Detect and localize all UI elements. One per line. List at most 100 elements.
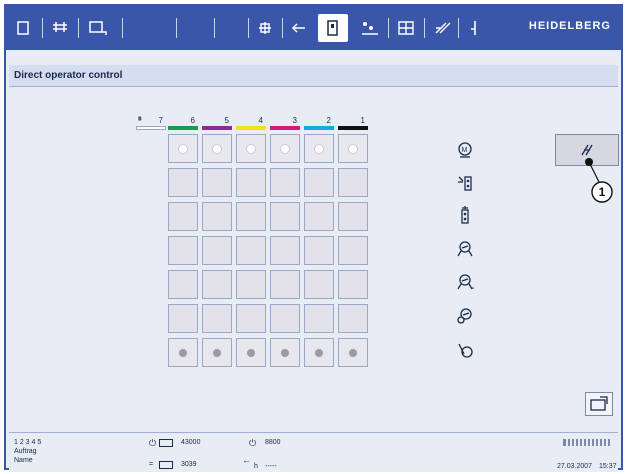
h-label: h (254, 463, 258, 470)
cylinder-wash-icon[interactable] (456, 342, 474, 360)
equals-icon: = (149, 461, 154, 468)
ink-roller-off-icon[interactable] (456, 206, 474, 224)
grid-cell-r4-u6[interactable] (168, 236, 198, 265)
unit-color-bar (236, 126, 266, 130)
job-sequence: 1 2 3 4 5 (14, 439, 42, 446)
status-indicator-off (315, 349, 323, 357)
tab-register-adjust[interactable] (254, 14, 276, 42)
tab-register[interactable] (48, 14, 72, 42)
grid-cell-r7-u2[interactable] (304, 338, 334, 367)
grid-cell-r2-u4[interactable] (236, 168, 266, 197)
grid-cell-r1-u3[interactable] (270, 134, 300, 163)
name-label: Name (14, 457, 33, 464)
grid-cell-r6-u5[interactable] (202, 304, 232, 333)
callout-number: 1 (599, 185, 606, 199)
unit-number: 2 (326, 116, 331, 125)
grid-cell-r4-u3[interactable] (270, 236, 300, 265)
grid-cell-r2-u6[interactable] (168, 168, 198, 197)
grid-cell-r1-u4[interactable] (236, 134, 266, 163)
screen-switch-button[interactable] (585, 392, 613, 416)
grid-cell-r6-u1[interactable] (338, 304, 368, 333)
sheet-icon (17, 21, 29, 35)
grid-cell-r1-u5[interactable] (202, 134, 232, 163)
coater-icon: ⩩ (138, 116, 142, 123)
grid-cell-r6-u3[interactable] (270, 304, 300, 333)
status-indicator-on (280, 144, 290, 154)
grid-cell-r3-u3[interactable] (270, 202, 300, 231)
unit-color-bar (270, 126, 300, 130)
grid-cell-r4-u4[interactable] (236, 236, 266, 265)
grid-cell-r2-u5[interactable] (202, 168, 232, 197)
grid-cell-r7-u1[interactable] (338, 338, 368, 367)
tab-delivery[interactable] (464, 14, 484, 42)
grid-cell-r1-u6[interactable] (168, 134, 198, 163)
grid-cell-r5-u1[interactable] (338, 270, 368, 299)
grid-cell-r4-u1[interactable] (338, 236, 368, 265)
blanket-wash-icon[interactable] (456, 307, 474, 325)
tab-overview[interactable] (12, 14, 34, 42)
tab-feeder[interactable] (288, 14, 310, 42)
tab-powder[interactable] (430, 14, 454, 42)
grid-cell-r2-u3[interactable] (270, 168, 300, 197)
unit-number: 7 (158, 116, 163, 125)
grid-cell-r7-u3[interactable] (270, 338, 300, 367)
tab-dampening[interactable] (356, 14, 384, 42)
unit-color-bar (136, 126, 166, 130)
grid-cell-r5-u5[interactable] (202, 270, 232, 299)
status-indicator-off (247, 349, 255, 357)
unit-header-4: 4 (236, 116, 266, 130)
unit-number: 6 (190, 116, 195, 125)
delivery-icon (471, 21, 476, 35)
grid-cell-r2-u2[interactable] (304, 168, 334, 197)
grid-cell-r5-u3[interactable] (270, 270, 300, 299)
grid-cell-r7-u6[interactable] (168, 338, 198, 367)
counter-value-2: 8800 (265, 439, 281, 446)
grid-cell-r3-u1[interactable] (338, 202, 368, 231)
status-indicator-on (246, 144, 256, 154)
grid-cell-r5-u2[interactable] (304, 270, 334, 299)
fountain-icon (89, 21, 107, 35)
tab-washup[interactable] (394, 14, 418, 42)
grid-cell-r3-u2[interactable] (304, 202, 334, 231)
page-title-bar: Direct operator control (9, 65, 618, 87)
ink-roller-on-icon[interactable] (456, 174, 474, 192)
unit-color-bar (304, 126, 334, 130)
grid-cell-r6-u6[interactable] (168, 304, 198, 333)
grid-cell-r7-u5[interactable] (202, 338, 232, 367)
status-footer: 1 2 3 4 5 Auftrag Name ⏻ 43000 ⏻ 8800 = … (9, 432, 618, 472)
register-icon (53, 22, 67, 32)
page-title: Direct operator control (14, 70, 123, 81)
grid-cell-r5-u6[interactable] (168, 270, 198, 299)
counter-value-1: 43000 (181, 439, 201, 446)
dampening-roller-icon[interactable] (456, 240, 474, 258)
unit-header-7: 7 ⩩ (136, 116, 166, 130)
status-indicator-off (281, 349, 289, 357)
tab-ink-fountain[interactable] (84, 14, 112, 42)
unit-header-2: 2 (304, 116, 334, 130)
grid-cell-r5-u4[interactable] (236, 270, 266, 299)
washup-icon (398, 21, 414, 35)
grid-cell-r4-u5[interactable] (202, 236, 232, 265)
grid-cell-r6-u4[interactable] (236, 304, 266, 333)
unit-header-1: 1 (338, 116, 368, 130)
motor-icon[interactable]: M (456, 141, 474, 159)
h-value: ----- (265, 463, 277, 470)
tab-direct-operator[interactable] (318, 14, 348, 42)
unit-color-bar (202, 126, 232, 130)
grid-cell-r1-u1[interactable] (338, 134, 368, 163)
grid-cell-r2-u1[interactable] (338, 168, 368, 197)
arrow-left-icon: ← (242, 455, 251, 465)
top-toolbar: HEIDELBERG (6, 6, 621, 50)
status-indicator-on (348, 144, 358, 154)
grid-cell-r3-u5[interactable] (202, 202, 232, 231)
time-display: 15:37 (599, 463, 617, 470)
grid-cell-r4-u2[interactable] (304, 236, 334, 265)
grid-cell-r6-u2[interactable] (304, 304, 334, 333)
grid-cell-r3-u6[interactable] (168, 202, 198, 231)
powder-icon (435, 22, 451, 34)
grid-cell-r1-u2[interactable] (304, 134, 334, 163)
grid-cell-r3-u4[interactable] (236, 202, 266, 231)
grid-cell-r7-u4[interactable] (236, 338, 266, 367)
heidelberg-logo: HEIDELBERG (528, 20, 611, 32)
dampening-roller-alt-icon[interactable] (456, 273, 474, 291)
